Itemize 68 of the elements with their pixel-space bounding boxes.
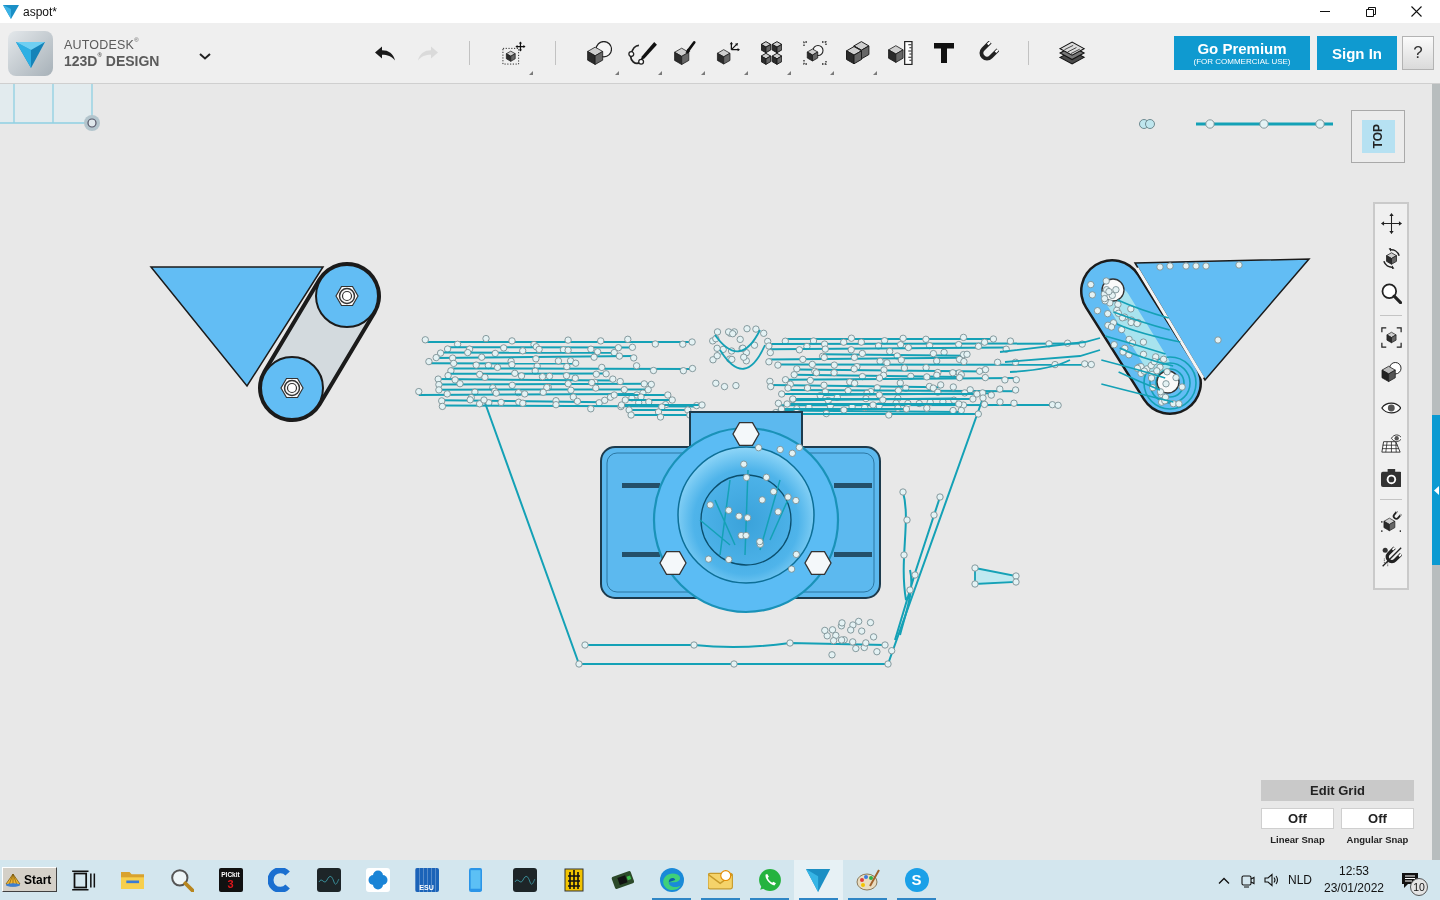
video-camera-icon <box>1241 872 1255 888</box>
four-lobed-icon <box>365 868 390 892</box>
eye-icon <box>1380 401 1402 414</box>
product-name: 123D$^{®}$ DESIGN <box>64 52 161 69</box>
waveform-tile-icon <box>316 868 341 892</box>
grid-with-eye-icon <box>1380 432 1402 453</box>
four-cubes-icon <box>760 41 783 65</box>
four-way-arrow-icon <box>1380 213 1402 234</box>
chevron-down-icon <box>199 52 211 60</box>
help-button[interactable]: ? <box>1402 36 1434 70</box>
triangle-logo-icon <box>806 868 831 892</box>
snap-label: Angular Snap <box>1345 834 1410 845</box>
crossed-magnet-icon <box>1380 546 1402 567</box>
cube-and-sphere-icon <box>586 41 613 65</box>
palette-icon <box>855 868 880 892</box>
cube-with-move-arrows-icon <box>501 41 526 65</box>
cube-with-brush-icon <box>674 41 697 65</box>
striped-tile-icon <box>563 868 584 892</box>
side-panel-toggle[interactable] <box>1432 415 1440 565</box>
small-sketch-drawing <box>971 564 1020 588</box>
pencil-and-curve-icon <box>627 41 658 65</box>
folder-icon <box>120 871 145 889</box>
cube-with-ruler-icon <box>888 41 913 65</box>
cube-and-circle-in-brackets-icon <box>802 41 827 65</box>
swirl-logo-icon <box>659 868 684 892</box>
notification-count: 10 <box>1410 878 1428 896</box>
speaker-icon <box>1264 873 1280 887</box>
edit-grid-button[interactable]: Edit Grid <box>1261 780 1414 801</box>
brand-name: AUTODESK$^{®}$ <box>64 37 140 52</box>
notifications-button[interactable]: 10 <box>1390 860 1430 900</box>
chevron-up-icon <box>1217 876 1230 884</box>
arc-logo-icon <box>267 868 292 892</box>
task-view-icon <box>71 869 96 891</box>
caret-left-icon <box>1433 485 1439 495</box>
snap-label: Linear Snap <box>1269 834 1326 845</box>
logo-text: 3 <box>227 878 234 890</box>
search-icon <box>169 868 194 892</box>
triangle-logo-icon <box>3 4 19 19</box>
undo-icon <box>373 45 396 61</box>
sketch-point-icon <box>1139 119 1155 129</box>
phone-icon <box>468 868 483 892</box>
cube-in-brackets-icon <box>1380 327 1402 348</box>
chat-phone-icon <box>757 868 782 892</box>
cube-with-magnet-icon <box>1380 511 1402 532</box>
clock-button[interactable]: 12:53 23/01/2022 <box>1318 860 1390 900</box>
camera-icon <box>1380 468 1402 487</box>
shell-icon <box>5 872 21 887</box>
origin-marker-icon <box>84 115 100 131</box>
envelope-icon <box>708 870 733 890</box>
snap-dropdown[interactable]: Off <box>1261 808 1334 829</box>
waveform-tile-icon <box>512 868 537 892</box>
triangle-logo-icon <box>8 30 53 76</box>
close-icon <box>1411 6 1422 17</box>
start-button[interactable]: Start <box>2 867 57 892</box>
language-button[interactable]: NLD <box>1284 860 1316 900</box>
magnifier-icon <box>1380 283 1402 304</box>
window-title: aspot* <box>23 4 59 19</box>
cube-and-sphere-icon <box>1380 362 1402 383</box>
cube-with-orbit-arrows-icon <box>1380 248 1402 269</box>
restore-icon <box>1365 6 1376 17</box>
letter-t-icon <box>933 43 954 63</box>
stacked-layers-icon <box>1059 41 1086 65</box>
snap-dropdown[interactable]: Off <box>1341 808 1414 829</box>
two-cubes-icon <box>845 41 870 65</box>
minimize-icon <box>1319 11 1330 12</box>
view-cube-face[interactable]: TOP <box>1361 120 1395 153</box>
cube-with-arrows-icon <box>716 41 741 65</box>
circle-logo: S <box>904 868 929 892</box>
